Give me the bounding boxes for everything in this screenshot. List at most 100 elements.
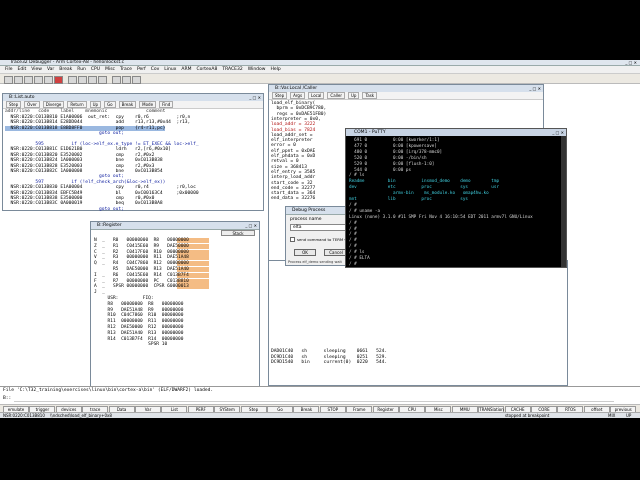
- menu-item[interactable]: ARM: [181, 66, 191, 74]
- var-line[interactable]: load_addr = 3222: [271, 122, 315, 127]
- register-row: A _ SPSR 00000000 CPSR 60000013: [94, 284, 189, 290]
- task-row[interactable]: DC9D1540 bin current(0) 0220 544.: [271, 360, 387, 365]
- code-list-window[interactable]: B::List.auto _ □ ✕ Step Over Diverge Return…: [2, 93, 264, 212]
- menu-item[interactable]: Perf: [137, 66, 146, 74]
- terminal-line: / # ls: [349, 173, 365, 179]
- code-toolbar-button[interactable]: Find: [159, 101, 174, 108]
- dialog-title: Debug Process: [286, 207, 354, 215]
- code-window-controls-icon[interactable]: _ □ ✕: [249, 95, 261, 100]
- var-line[interactable]: size = 368413: [271, 165, 307, 170]
- register-icon[interactable]: [78, 76, 87, 84]
- code-header: addr/line code label mnemonic comment: [5, 109, 166, 114]
- var-toolbar-button[interactable]: Up: [348, 92, 360, 99]
- save-icon[interactable]: [14, 76, 23, 84]
- memory-icon[interactable]: [88, 76, 97, 84]
- task-row[interactable]: DAD01C40 sh sleeping 0661 524.: [271, 349, 387, 354]
- code-line[interactable]: NSR:0220:C013B83C 0A000019 beq 0xC013B8A…: [5, 201, 163, 206]
- over-icon[interactable]: [34, 76, 43, 84]
- list-icon[interactable]: [68, 76, 77, 84]
- terminal-line: 477 0 0:00 [kpowersave]: [349, 143, 437, 149]
- var-line[interactable]: load_bias = 7824: [271, 128, 315, 133]
- terminal-window[interactable]: COM1 - PuTTY _ □ ✕ 691 0 0:00 [kworker/1…: [345, 128, 567, 268]
- dialog-field-label: process name: [290, 217, 322, 222]
- trace-icon[interactable]: [112, 76, 121, 84]
- code-toolbar-button[interactable]: Over: [24, 101, 40, 108]
- var-line[interactable]: end_data = 32276: [271, 196, 315, 201]
- task-row[interactable]: DC9D1C40 sh sleeping 0251 529.: [271, 355, 387, 360]
- register-row: SPSR 10: [94, 342, 168, 348]
- code-line[interactable]: NSR:0220:C013B824 1A000003 bne 0xC013B83…: [5, 158, 163, 163]
- var-icon[interactable]: [98, 76, 107, 84]
- perf-icon[interactable]: [122, 76, 131, 84]
- register-row: Q _ R4 C04C7860 R12 00000000: [94, 261, 189, 267]
- menu-item[interactable]: Var: [47, 66, 54, 74]
- help-icon[interactable]: [132, 76, 141, 84]
- code-toolbar-button[interactable]: Break: [118, 101, 137, 108]
- menu-item[interactable]: CortexA8: [197, 66, 218, 74]
- process-name-input[interactable]: elta: [290, 224, 350, 231]
- terminal-controls-icon[interactable]: _ □ ✕: [552, 130, 564, 135]
- menu-item[interactable]: Help: [270, 66, 280, 74]
- code-toolbar-button[interactable]: Go: [104, 101, 116, 108]
- code-toolbar-button[interactable]: Mode: [139, 101, 157, 108]
- go-icon[interactable]: [44, 76, 53, 84]
- code-line[interactable]: goto out;: [5, 174, 124, 179]
- send-to-term-checkbox[interactable]: [290, 237, 295, 242]
- code-line[interactable]: NSR:0220:C013B828 E3520003 cmp r2,#0x3: [5, 164, 155, 169]
- terminal-line: mnt lib proc sys: [349, 197, 468, 202]
- var-toolbar-button[interactable]: Task: [362, 92, 378, 99]
- command-area[interactable]: File 'C:\T32_training\exercises\linux\bi…: [0, 386, 640, 404]
- task-list-window[interactable]: DAD01C40 sh sleeping 0661 524. DC9D1C40 s…: [268, 260, 568, 386]
- command-output: File 'C:\T32_training\exercises\linux\bi…: [3, 388, 214, 393]
- main-toolbar: [0, 74, 640, 84]
- code-toolbar-button[interactable]: Step: [6, 101, 22, 108]
- step-icon[interactable]: [24, 76, 33, 84]
- terminal-line: / # ls: [349, 250, 365, 256]
- register-row: R13 DAE51A40 R13 00000000: [94, 330, 184, 336]
- code-toolbar-button[interactable]: Diverge: [42, 101, 65, 108]
- code-line[interactable]: NSR:0220:C013B834 EBFC5B49 bl 0xC00163C4…: [5, 191, 199, 196]
- register-window-title: B::Register: [91, 222, 259, 230]
- open-icon[interactable]: [4, 76, 13, 84]
- var-line[interactable]: error = 0: [271, 143, 296, 148]
- var-window-controls-icon[interactable]: _ □ ✕: [529, 86, 541, 91]
- code-line[interactable]: goto out;: [5, 207, 124, 212]
- menu-item[interactable]: File: [5, 66, 13, 74]
- menu-item[interactable]: Misc: [105, 66, 115, 74]
- var-toolbar-button[interactable]: Step: [272, 92, 288, 99]
- code-line[interactable]: NSR:0220:C013B830 E1A00004 cpy r0,r4 ;r0…: [5, 185, 196, 190]
- code-line[interactable]: goto out;: [5, 131, 124, 136]
- var-toolbar-button[interactable]: Caller: [327, 92, 345, 99]
- register-window-controls-icon[interactable]: _ □ ✕: [245, 223, 257, 228]
- menu-item[interactable]: Break: [59, 66, 72, 74]
- var-toolbar-button[interactable]: Args: [290, 92, 306, 99]
- menu-item[interactable]: Edit: [18, 66, 27, 74]
- menu-item[interactable]: Window: [248, 66, 266, 74]
- var-line[interactable]: bprm = 0xDCB9C780,: [271, 106, 327, 111]
- ok-button[interactable]: OK: [294, 249, 316, 256]
- menu-item[interactable]: Run: [77, 66, 86, 74]
- code-line[interactable]: NSR:0220:C013B81C E1D621B0 ldrh r2,[r6,#…: [5, 147, 171, 152]
- stack-button[interactable]: Stack: [221, 230, 255, 236]
- register-row: V _ R3 00000000 R11 DAE51A48: [94, 255, 189, 261]
- var-line[interactable]: interp_load_addr: [271, 175, 315, 180]
- menu-item[interactable]: Cov: [151, 66, 160, 74]
- code-line[interactable]: NSR:0220:C013B814 E28DD044 add r13,r13,#…: [5, 120, 191, 125]
- code-toolbar-button[interactable]: Return: [67, 101, 87, 108]
- command-input[interactable]: [14, 396, 614, 402]
- break-icon[interactable]: [54, 76, 63, 84]
- terminal-scrollbar[interactable]: [561, 136, 566, 267]
- menu-item[interactable]: Trace: [120, 66, 132, 74]
- menu-item[interactable]: Linux: [164, 66, 176, 74]
- terminal-line: / #: [349, 261, 357, 267]
- var-line[interactable]: start_code = 32: [271, 181, 313, 186]
- var-line[interactable]: retval = 0: [271, 159, 299, 164]
- var-line[interactable]: elf_ppnt = 0xDAE: [271, 149, 315, 154]
- menu-item[interactable]: TRACE32: [222, 66, 242, 74]
- menu-item[interactable]: View: [31, 66, 42, 74]
- menu-item[interactable]: CPU: [91, 66, 100, 74]
- var-toolbar-button[interactable]: Local: [308, 92, 325, 99]
- code-toolbar-button[interactable]: Up: [89, 101, 102, 108]
- terminal-line: dev etc proc sys usr: [349, 185, 500, 191]
- var-line[interactable]: regs = 0xDAE51FB0): [271, 112, 327, 117]
